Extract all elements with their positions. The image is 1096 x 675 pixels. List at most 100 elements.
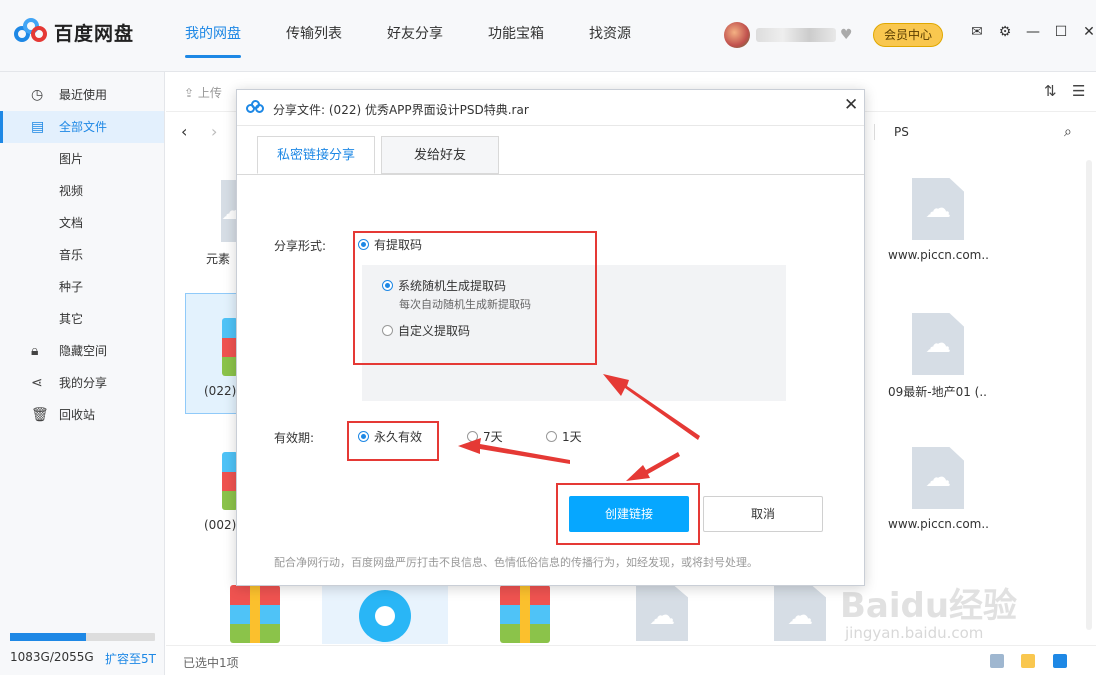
list-view-icon[interactable]: ☰	[1072, 82, 1085, 100]
watermark-text: Baidu经验	[840, 586, 1018, 626]
selection-count: 已选中1项	[183, 656, 239, 670]
divider	[874, 124, 875, 140]
upload-icon: ⇪	[184, 86, 198, 100]
lock-icon[interactable]	[1053, 654, 1067, 668]
sidebar-item-label: 隐藏空间	[59, 344, 108, 358]
sidebar-item-hidden-space[interactable]: 🔒︎ 隐藏空间	[0, 335, 164, 367]
sidebar-item-recent[interactable]: ◷ 最近使用	[0, 79, 164, 111]
file-item[interactable]: www.piccn.com...	[888, 447, 988, 531]
storage-quota-fill	[10, 633, 87, 641]
file-item[interactable]	[750, 585, 850, 641]
tab-friend-share[interactable]: 好友分享	[387, 0, 443, 72]
annotation-box-create-button	[556, 483, 700, 545]
sidebar-item-label: 我的分享	[59, 376, 108, 390]
sidebar: ◷ 最近使用 ▤ 全部文件 图片 视频 文档 音乐 种子 其它 🔒︎ 隐藏空间 ⋖ 我的…	[0, 72, 165, 675]
close-icon[interactable]: ✕	[844, 95, 858, 115]
main-nav: 我的网盘 传输列表 好友分享 功能宝箱 找资源	[185, 0, 676, 72]
tab-send-to-friend[interactable]: 发给好友	[381, 136, 499, 174]
back-icon[interactable]: ‹	[181, 122, 187, 141]
radio-1-day[interactable]: 1天	[546, 428, 582, 445]
share-form-label: 分享形式:	[274, 239, 327, 253]
minimize-icon[interactable]: —	[1019, 24, 1047, 40]
sidebar-item-label: 全部文件	[59, 120, 108, 134]
sidebar-item-images[interactable]: 图片	[0, 143, 164, 175]
grid-view-icon[interactable]	[990, 654, 1004, 668]
lock-icon: 🔒︎	[31, 343, 39, 359]
watermark: Baidu经验	[840, 578, 1017, 627]
sidebar-item-recycle-bin[interactable]: 🗑︎ 回收站	[0, 399, 164, 431]
maximize-icon[interactable]: ☐	[1047, 24, 1075, 40]
dialog-tabs: 私密链接分享 发给好友	[257, 136, 505, 174]
radio-label: 7天	[483, 430, 503, 444]
title-bar: 百度网盘 我的网盘 传输列表 好友分享 功能宝箱 找资源 ♥ 会员中心 ✉ ⚙ …	[0, 0, 1096, 72]
upgrade-storage-link[interactable]: 扩容至5T	[105, 650, 156, 667]
tab-my-disk[interactable]: 我的网盘	[185, 0, 241, 72]
file-item[interactable]	[335, 590, 435, 642]
cloud-file-icon	[636, 585, 688, 641]
tab-find-resources[interactable]: 找资源	[589, 0, 631, 72]
disk-image-icon	[359, 590, 411, 642]
file-item[interactable]: 09最新-地产01 (...	[888, 313, 988, 400]
cloud-file-icon	[912, 313, 964, 375]
file-name: www.piccn.com...	[888, 517, 988, 531]
file-item[interactable]	[205, 585, 305, 643]
avatar[interactable]	[724, 22, 750, 48]
upload-arrow-icon[interactable]	[1021, 654, 1035, 668]
settings-icon[interactable]: ⚙	[991, 24, 1019, 40]
upload-button[interactable]: ⇪ 上传	[184, 84, 222, 101]
tab-transfer-list[interactable]: 传输列表	[286, 0, 342, 72]
cloud-file-icon	[912, 447, 964, 509]
dialog-title: 分享文件: (022) 优秀APP界面设计PSD特典.rar	[273, 101, 529, 118]
storage-quota-bar	[10, 633, 155, 641]
clock-icon: ◷	[31, 87, 44, 103]
sidebar-item-docs[interactable]: 文档	[0, 207, 164, 239]
watermark-sub: jingyan.baidu.com	[845, 624, 984, 642]
window-controls: ✉ ⚙ — ☐ ✕	[963, 24, 1096, 40]
radio-icon	[467, 431, 478, 442]
policy-notice: 配合净网行动，百度网盘严厉打击不良信息、色情低俗信息的传播行为，如经发现，或将封…	[274, 556, 758, 569]
validity-label: 有效期:	[274, 431, 315, 445]
baidu-cloud-logo-icon	[14, 18, 48, 46]
forward-icon[interactable]: ›	[211, 122, 217, 141]
sidebar-item-label: 回收站	[59, 408, 96, 422]
sidebar-item-my-shares[interactable]: ⋖ 我的分享	[0, 367, 164, 399]
sidebar-item-label: 最近使用	[59, 88, 108, 102]
file-item[interactable]: (002)	[188, 452, 238, 532]
search-icon[interactable]: ⌕	[1064, 124, 1072, 140]
file-name: (002)	[204, 518, 237, 532]
sidebar-item-music[interactable]: 音乐	[0, 239, 164, 271]
dialog-title-prefix: 分享文件:	[273, 103, 326, 117]
baidu-cloud-logo-icon	[246, 100, 264, 114]
file-icon: ▤	[31, 119, 45, 135]
file-name: 09最新-地产01 (...	[888, 385, 988, 399]
rar-file-icon	[230, 585, 280, 643]
scrollbar[interactable]	[1086, 160, 1092, 640]
sidebar-item-all-files[interactable]: ▤ 全部文件	[0, 111, 164, 143]
file-item[interactable]: (022)	[188, 318, 238, 398]
app-name: 百度网盘	[54, 22, 135, 45]
radio-label: 1天	[562, 430, 582, 444]
cloud-file-icon	[912, 178, 964, 240]
sidebar-item-videos[interactable]: 视频	[0, 175, 164, 207]
annotation-box-share-form	[353, 231, 597, 365]
vip-center-button[interactable]: 会员中心	[873, 23, 943, 47]
file-item[interactable]: www.piccn.com...	[888, 178, 988, 262]
dialog-file-name: (022) 优秀APP界面设计PSD特典.rar	[328, 103, 529, 117]
file-name: (022)	[204, 384, 237, 398]
file-item[interactable]	[612, 585, 712, 641]
sidebar-item-torrents[interactable]: 种子	[0, 271, 164, 303]
current-folder: PS	[894, 125, 909, 139]
sort-icon[interactable]: ⇅	[1044, 82, 1057, 100]
user-profile[interactable]: ♥	[724, 22, 853, 48]
mail-icon[interactable]: ✉	[963, 24, 991, 40]
close-icon[interactable]: ✕	[1075, 24, 1096, 40]
radio-7-days[interactable]: 7天	[467, 428, 503, 445]
sidebar-item-other[interactable]: 其它	[0, 303, 164, 335]
cancel-button[interactable]: 取消	[703, 496, 823, 532]
heart-icon: ♥	[840, 27, 853, 43]
tab-private-link[interactable]: 私密链接分享	[257, 136, 375, 174]
scrollbar-track[interactable]	[1086, 160, 1092, 630]
share-icon: ⋖	[31, 375, 43, 391]
file-item[interactable]	[475, 585, 575, 643]
tab-toolbox[interactable]: 功能宝箱	[488, 0, 544, 72]
